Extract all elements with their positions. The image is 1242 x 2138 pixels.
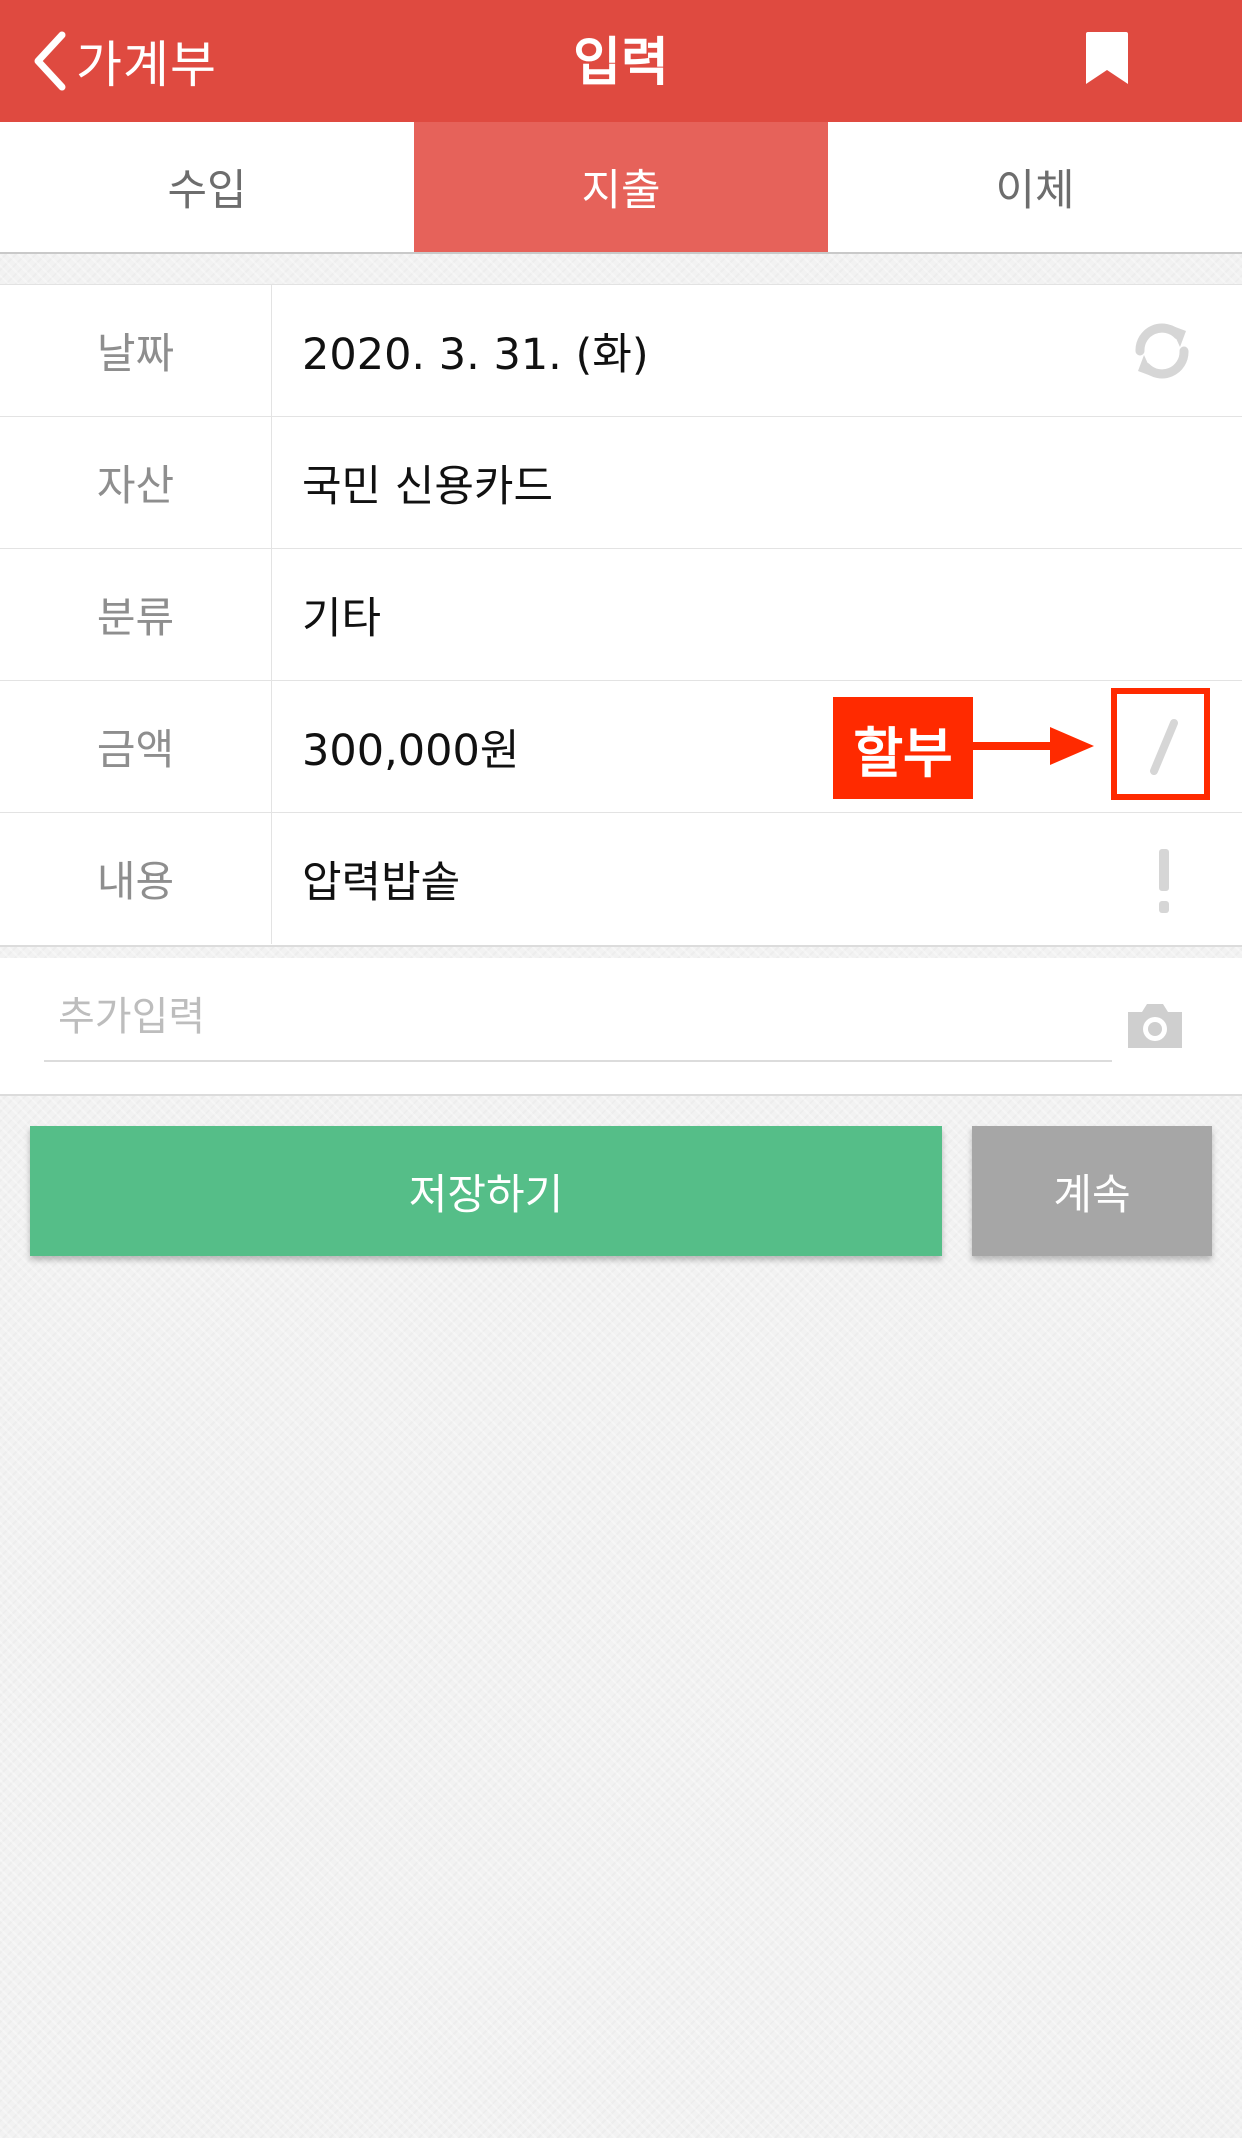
asset-value[interactable]: 국민 신용카드: [302, 417, 553, 548]
date-value[interactable]: 2020. 3. 31. (화): [302, 285, 649, 416]
tab-transfer[interactable]: 이체: [828, 122, 1242, 252]
header-bar: 가계부 입력: [0, 0, 1242, 122]
tab-income[interactable]: 수입: [0, 122, 414, 252]
entry-form: 날짜 2020. 3. 31. (화) 자산 국민 신용카드 분류 기타 금액 …: [0, 284, 1242, 947]
category-row: 분류 기타: [0, 549, 1242, 681]
bookmark-icon: [1086, 32, 1128, 84]
category-value[interactable]: 기타: [302, 549, 381, 680]
memo-label: 내용: [0, 813, 272, 944]
amount-label: 금액: [0, 681, 272, 812]
refresh-icon[interactable]: [1128, 317, 1196, 385]
exclamation-icon[interactable]: [1150, 847, 1178, 917]
date-label: 날짜: [0, 285, 272, 416]
amount-value[interactable]: 300,000원: [302, 681, 519, 812]
asset-row: 자산 국민 신용카드: [0, 417, 1242, 549]
memo-value[interactable]: 압력밥솥: [302, 813, 460, 944]
installment-annotation-label: 할부: [833, 697, 973, 799]
annotation-highlight-box: [1111, 688, 1210, 800]
tab-expense[interactable]: 지출: [414, 122, 828, 252]
annotation-arrow-icon: [972, 727, 1094, 765]
chevron-left-icon: [34, 31, 66, 91]
save-button[interactable]: 저장하기: [30, 1126, 942, 1256]
memo-row: 내용 압력밥솥: [0, 813, 1242, 945]
type-tabs: 수입 지출 이체: [0, 122, 1242, 254]
continue-button[interactable]: 계속: [972, 1126, 1212, 1256]
date-row: 날짜 2020. 3. 31. (화): [0, 285, 1242, 417]
bookmark-button[interactable]: [1080, 28, 1134, 88]
back-label: 가계부: [76, 36, 217, 94]
asset-label: 자산: [0, 417, 272, 548]
camera-icon[interactable]: [1124, 1000, 1186, 1052]
back-button[interactable]: 가계부: [30, 20, 217, 102]
extra-input-section: [0, 958, 1242, 1096]
extra-input-field[interactable]: [44, 974, 1112, 1062]
category-label: 분류: [0, 549, 272, 680]
